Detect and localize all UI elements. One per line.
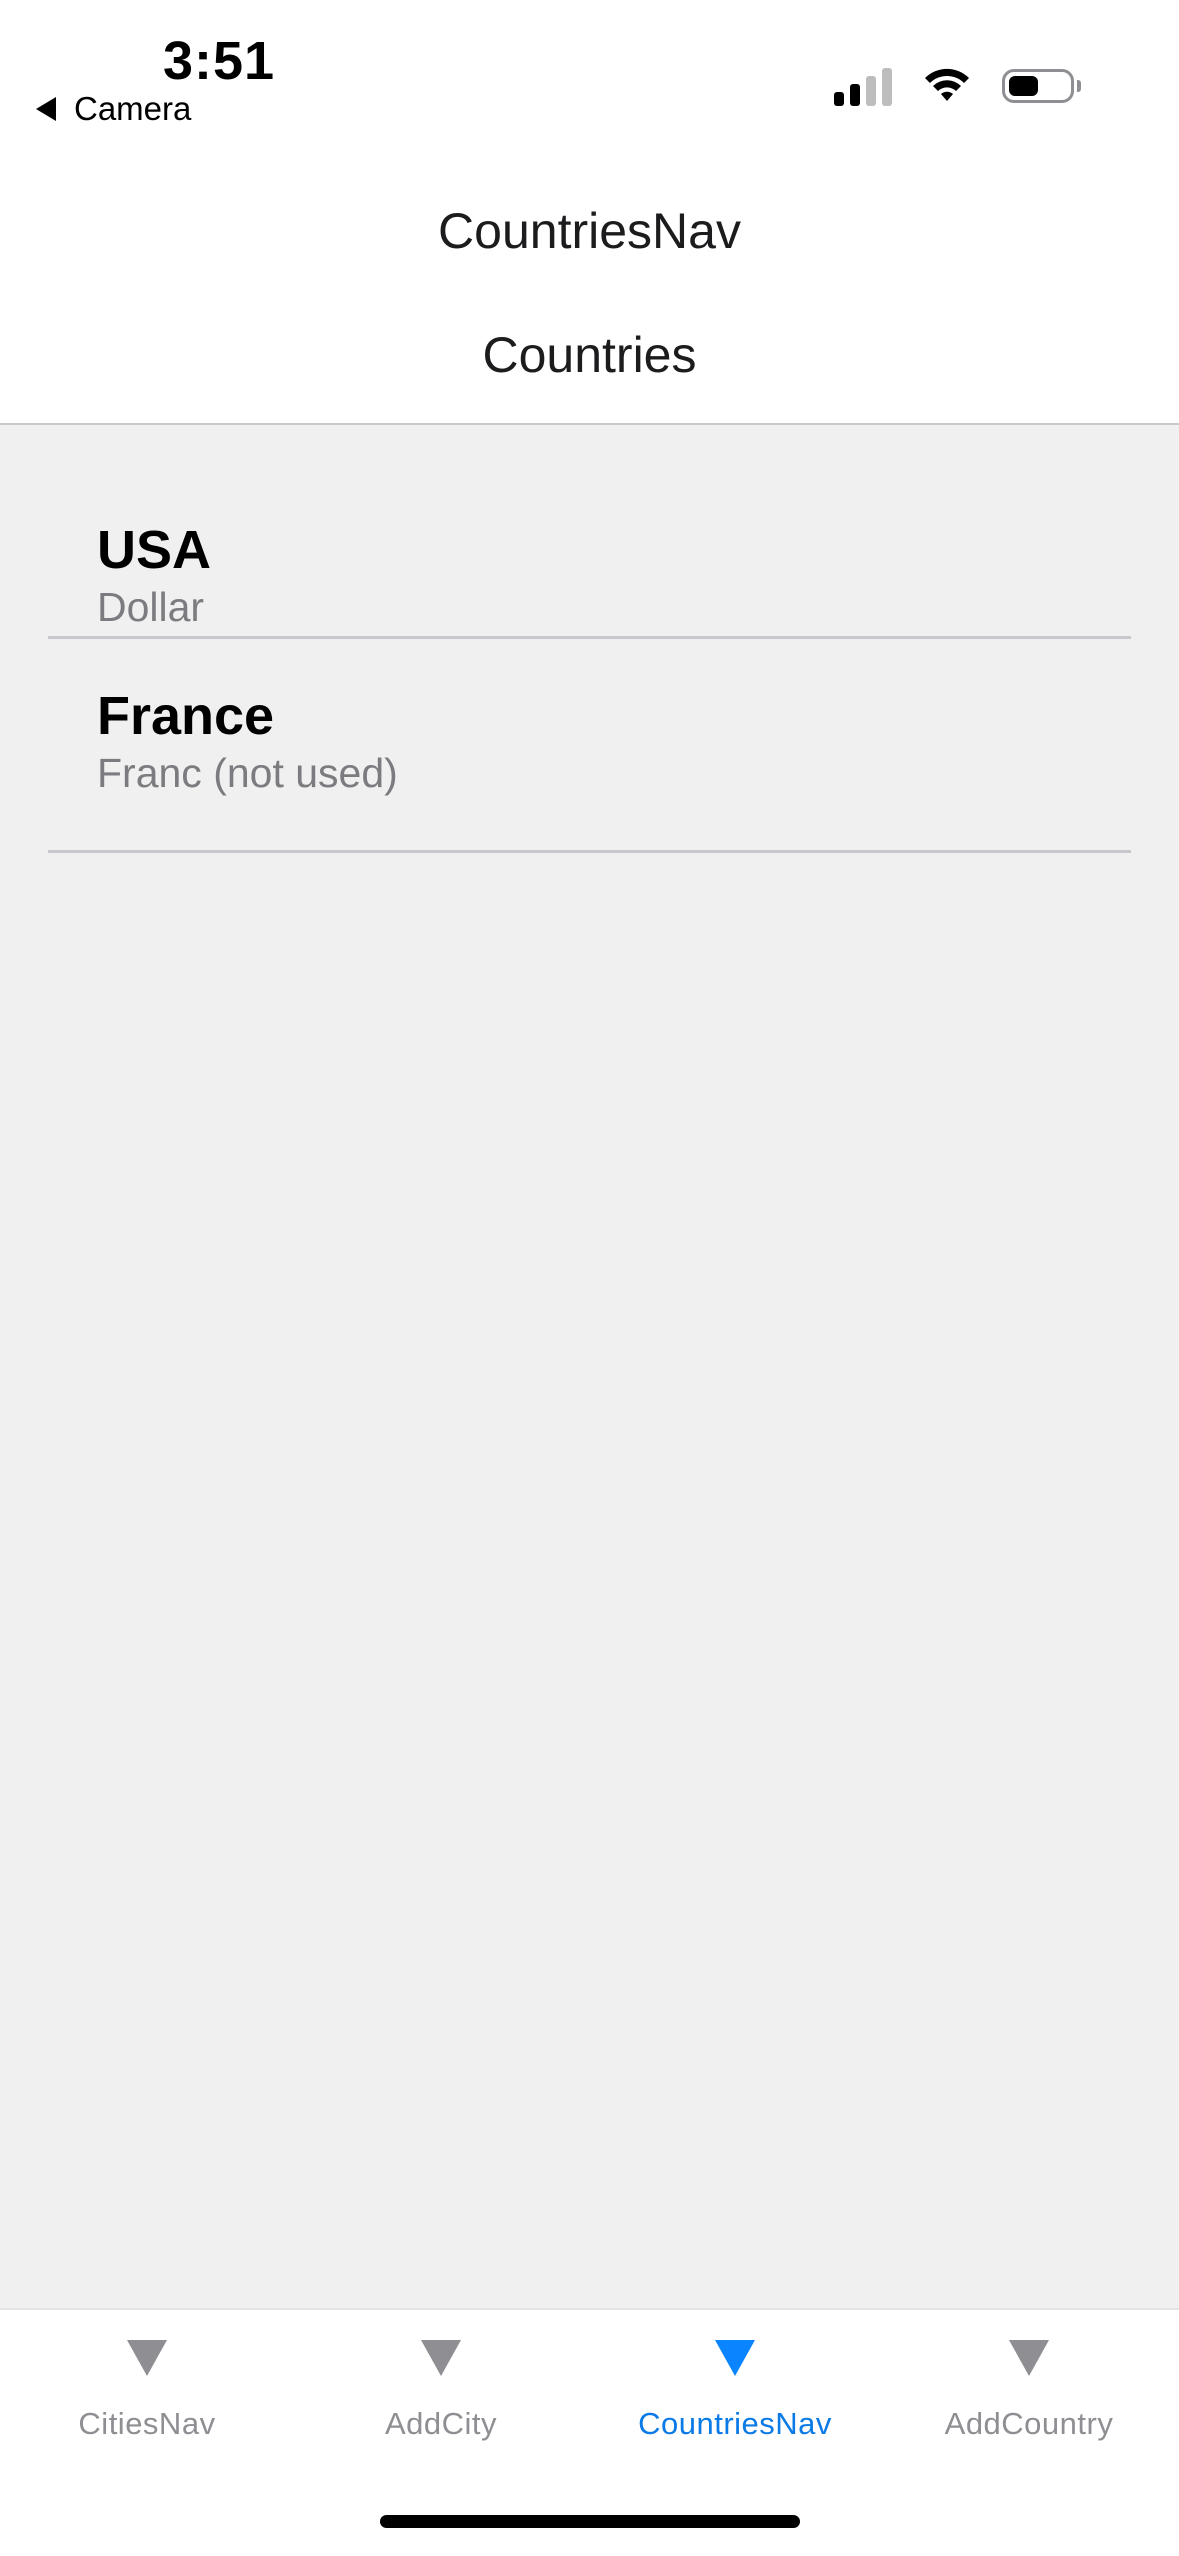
country-currency: Franc (not used) [97,750,398,796]
tab-label: AddCountry [944,2406,1114,2441]
tab-citiesnav[interactable]: CitiesNav [0,2340,294,2442]
country-list: USA Dollar France Franc (not used) [48,425,1131,853]
country-list-item-usa[interactable]: USA Dollar [48,425,1131,639]
battery-fill [1009,76,1038,96]
tab-addcity[interactable]: AddCity [294,2340,588,2442]
status-indicators [834,66,1081,106]
country-name: USA [97,520,212,580]
battery-icon [1002,69,1081,103]
content-area: USA Dollar France Franc (not used) [0,425,1179,2308]
nav-title: CountriesNav [438,203,741,259]
back-triangle-icon [36,97,56,121]
country-name: France [97,686,275,746]
triangle-down-icon [127,2340,167,2376]
tab-countriesnav[interactable]: CountriesNav [588,2340,882,2442]
country-currency: Dollar [97,584,205,630]
country-list-item-france[interactable]: France Franc (not used) [48,639,1131,853]
tab-label: CountriesNav [638,2406,832,2441]
back-app-label: Camera [74,90,192,127]
triangle-down-icon [421,2340,461,2376]
home-indicator[interactable] [380,2515,800,2528]
cellular-signal-icon [834,66,892,106]
triangle-down-icon [715,2340,755,2376]
status-time: 3:51 [163,31,276,91]
status-bar: 3:51 Camera [0,0,1179,150]
tab-label: CitiesNav [78,2406,216,2441]
wifi-icon [922,67,972,105]
page-title: Countries [482,327,697,383]
triangle-down-icon [1009,2340,1049,2376]
tab-label: AddCity [384,2406,498,2441]
navigation-header: CountriesNav Countries [0,150,1179,425]
tab-addcountry[interactable]: AddCountry [882,2340,1176,2442]
back-to-camera-button[interactable]: Camera [36,90,191,128]
